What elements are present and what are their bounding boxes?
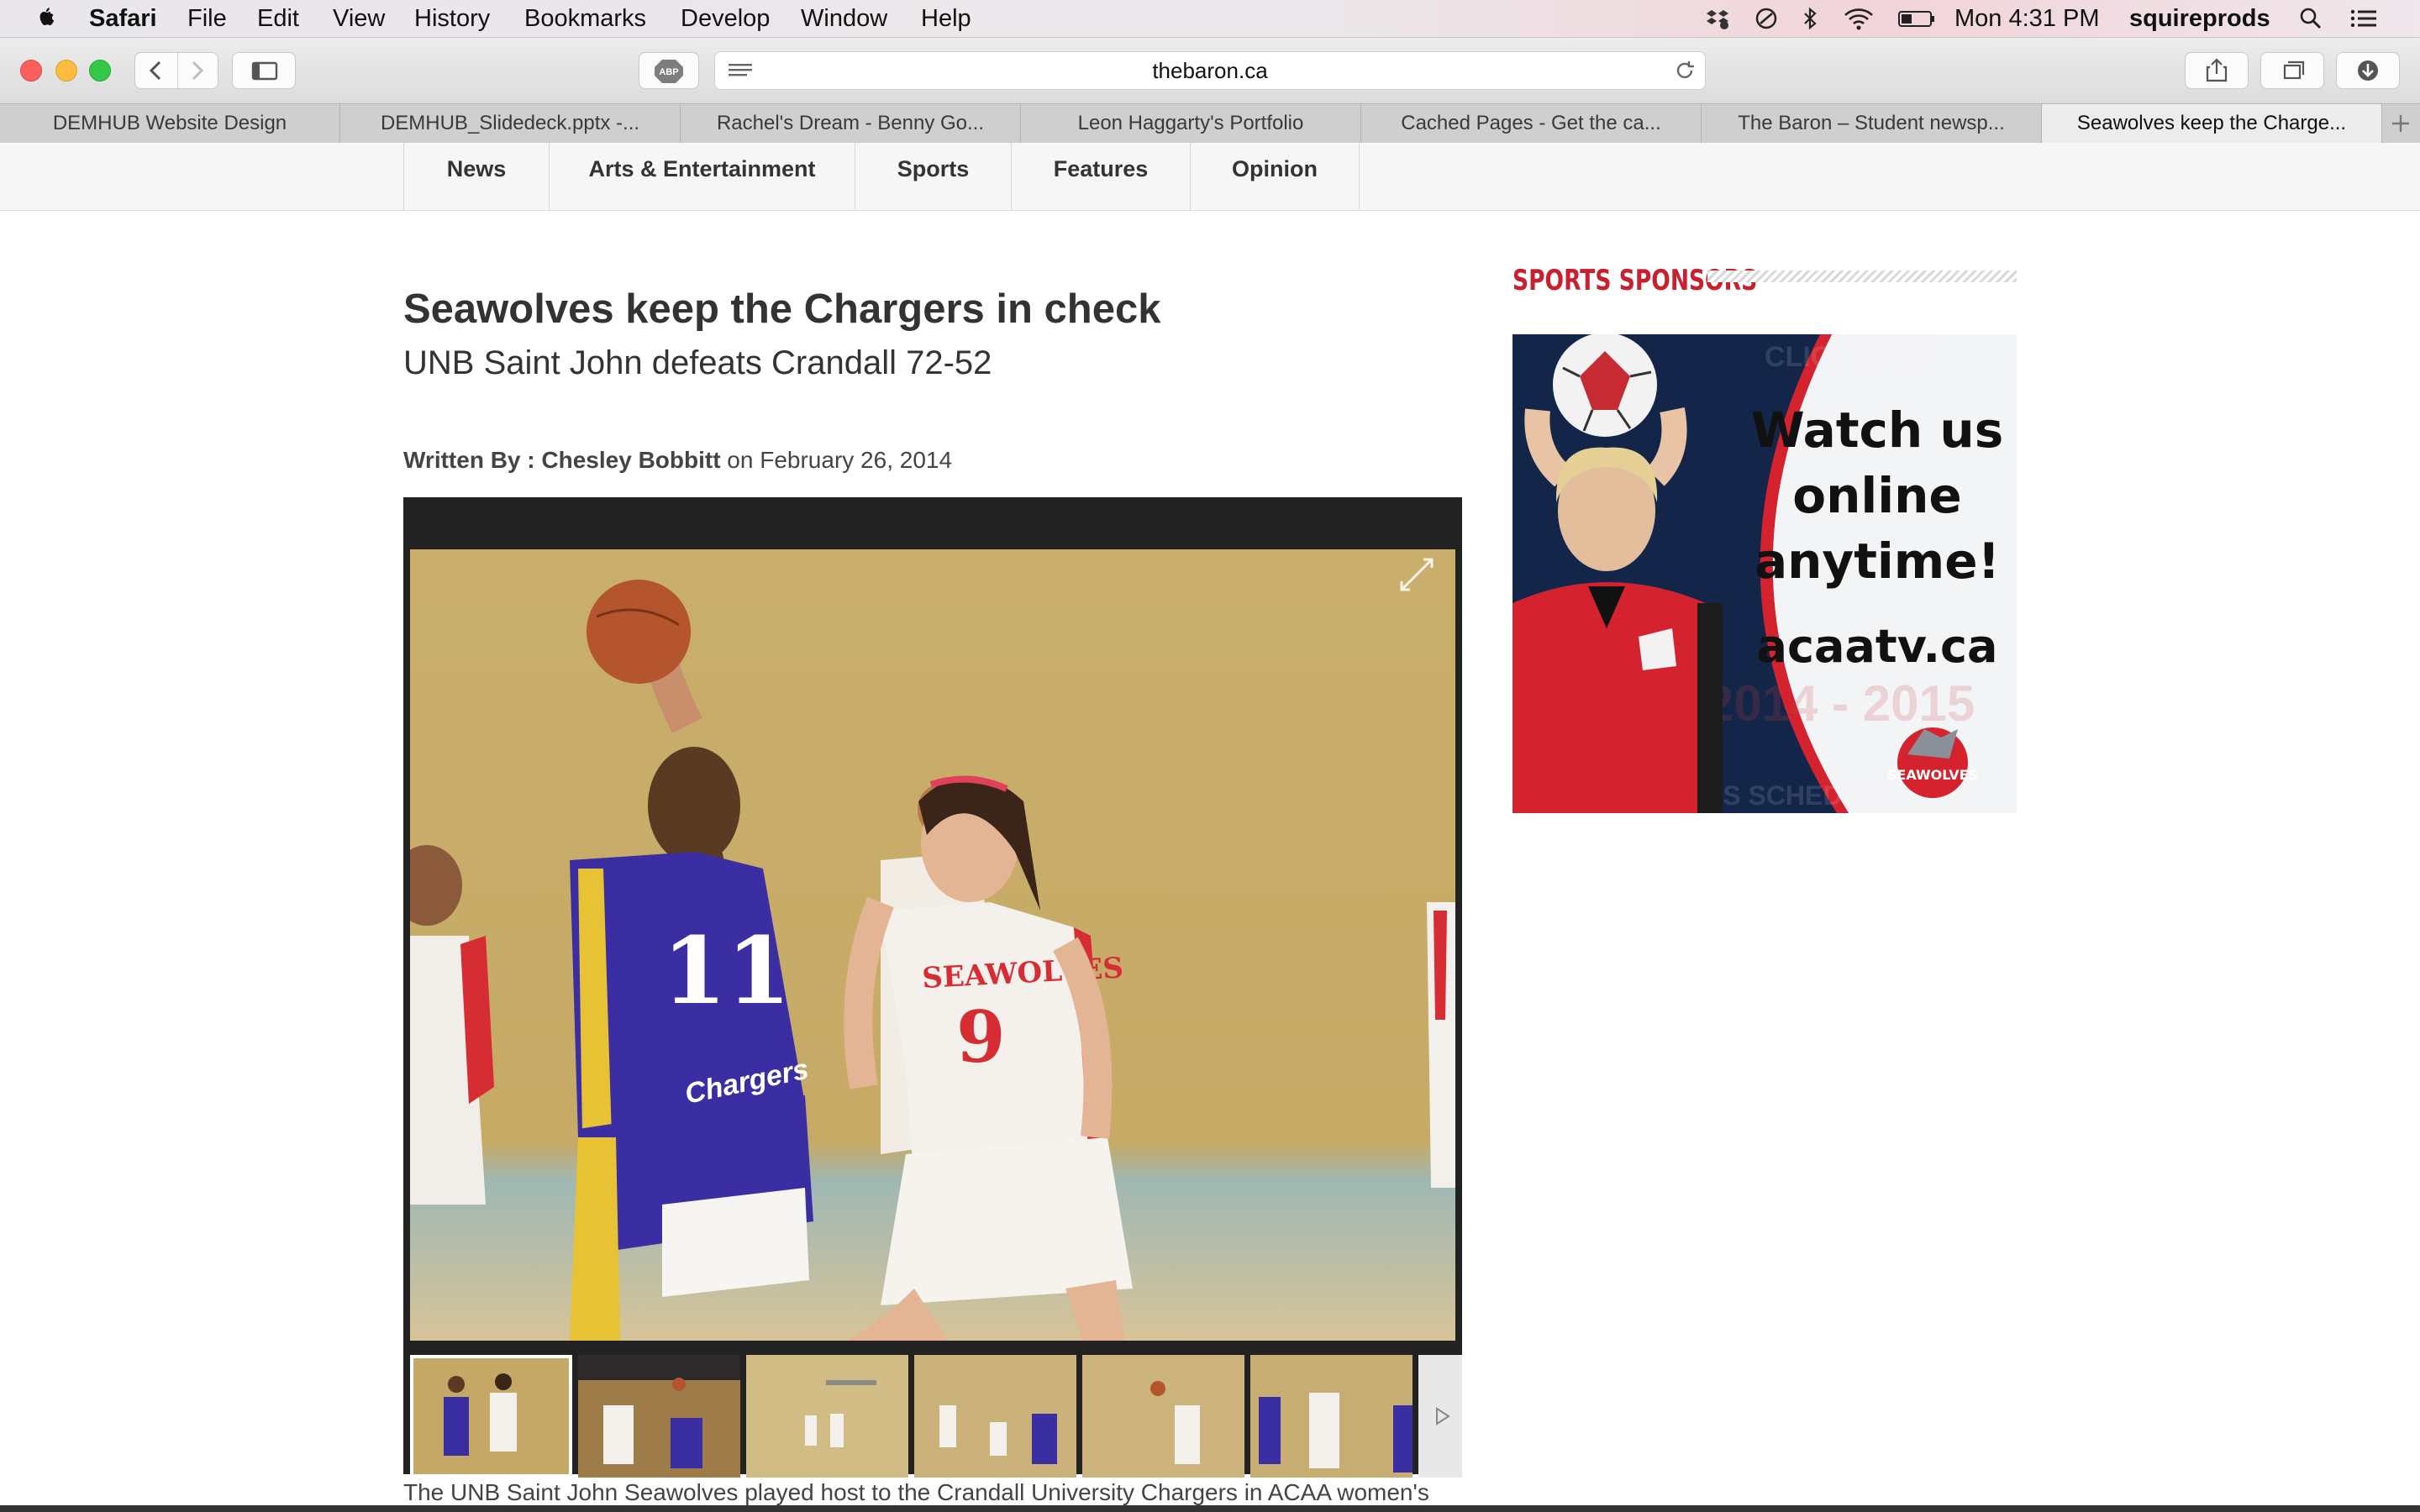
heading-rule xyxy=(1707,270,2017,282)
menu-view[interactable]: View xyxy=(333,0,385,37)
sidebar-toggle-button[interactable] xyxy=(232,52,296,89)
author-link[interactable]: Chesley Bobbitt xyxy=(541,447,720,473)
gallery-next-button[interactable] xyxy=(1418,1355,1462,1478)
ad-logo-text: SEAWOLVES xyxy=(1887,767,1978,783)
tab-demhub-slidedeck[interactable]: DEMHUB_Slidedeck.pptx -... xyxy=(340,104,681,143)
menu-file[interactable]: File xyxy=(187,0,227,37)
do-not-disturb-icon[interactable] xyxy=(1754,7,1778,30)
zoom-window-button[interactable] xyxy=(89,60,111,81)
web-page: News Arts & Entertainment Sports Feature… xyxy=(0,143,2420,1505)
tab-cached-pages[interactable]: Cached Pages - Get the ca... xyxy=(1361,104,1702,143)
ad-url: acaatv.ca xyxy=(1756,620,1998,673)
show-all-tabs-button[interactable] xyxy=(2260,52,2324,89)
jersey-number-chargers: 11 xyxy=(662,916,791,1025)
acaatv-ad-banner[interactable]: CLICK HERE 2014 - 2015 SPORTS SCHEDULE S… xyxy=(1512,334,2017,813)
menu-app-name[interactable]: Safari xyxy=(89,0,157,37)
photo-gallery: 11 Chargers SEAWOLVES 9 xyxy=(403,497,1462,1478)
back-forward-group xyxy=(134,52,218,89)
back-button[interactable] xyxy=(135,53,178,88)
menu-bar: Safari File Edit View History Bookmarks … xyxy=(0,0,2420,38)
apple-menu-icon[interactable] xyxy=(34,0,59,37)
menu-bookmarks[interactable]: Bookmarks xyxy=(524,0,646,37)
ad-line-1: Watch us xyxy=(1750,402,2004,459)
tab-seawolves-article[interactable]: Seawolves keep the Charge... xyxy=(2042,104,2382,143)
article-subheadline: UNB Saint John defeats Crandall 72-52 xyxy=(403,344,992,381)
share-button[interactable] xyxy=(2185,52,2249,89)
dropbox-icon[interactable] xyxy=(1706,7,1729,30)
nav-news[interactable]: News xyxy=(403,143,549,210)
gallery-thumbnail[interactable] xyxy=(410,1355,572,1478)
notification-center-icon[interactable] xyxy=(2349,7,2380,30)
menu-develop[interactable]: Develop xyxy=(681,0,770,37)
ad-line-2: online xyxy=(1792,467,1962,524)
gallery-thumbnail[interactable] xyxy=(1250,1355,1413,1478)
site-navigation: News Arts & Entertainment Sports Feature… xyxy=(0,143,2420,211)
nav-arts-entertainment[interactable]: Arts & Entertainment xyxy=(549,143,855,210)
ad-faded-top: CLICK HERE xyxy=(1765,341,1939,373)
menu-username[interactable]: squireprods xyxy=(2129,0,2270,37)
gallery-thumbnail[interactable] xyxy=(746,1355,908,1478)
spotlight-search-icon[interactable] xyxy=(2299,7,2323,30)
minimize-window-button[interactable] xyxy=(55,60,77,81)
bluetooth-icon[interactable] xyxy=(1798,7,1822,30)
gallery-main-photo[interactable]: 11 Chargers SEAWOLVES 9 xyxy=(410,549,1455,1341)
reload-icon[interactable] xyxy=(1673,59,1697,87)
menu-window[interactable]: Window xyxy=(801,0,887,37)
adblock-label: ABP xyxy=(659,67,678,77)
downloads-button[interactable] xyxy=(2336,52,2400,89)
adblock-button[interactable]: ABP xyxy=(639,52,699,89)
article-byline: Written By : Chesley Bobbitt on February… xyxy=(403,447,952,474)
byline-prefix: Written By : xyxy=(403,447,542,473)
nav-opinion[interactable]: Opinion xyxy=(1190,143,1360,210)
menu-edit[interactable]: Edit xyxy=(257,0,299,37)
wifi-icon[interactable] xyxy=(1842,7,1876,30)
gallery-thumbnail[interactable] xyxy=(578,1355,740,1478)
close-window-button[interactable] xyxy=(20,60,42,81)
article-date: on February 26, 2014 xyxy=(720,447,953,473)
gallery-thumbnail[interactable] xyxy=(1082,1355,1244,1478)
nav-sports[interactable]: Sports xyxy=(855,143,1011,210)
url-text: thebaron.ca xyxy=(1152,58,1268,83)
menu-history[interactable]: History xyxy=(414,0,490,37)
tab-bar: DEMHUB Website Design DEMHUB_Slidedeck.p… xyxy=(0,103,2420,144)
menu-help[interactable]: Help xyxy=(921,0,971,37)
new-tab-icon[interactable] xyxy=(2382,104,2420,143)
address-bar[interactable]: thebaron.ca xyxy=(714,51,1706,90)
browser-toolbar: ABP thebaron.ca xyxy=(0,38,2420,103)
ad-line-3: anytime! xyxy=(1754,533,2001,590)
tab-demhub-website[interactable]: DEMHUB Website Design xyxy=(0,104,340,143)
menu-clock[interactable]: Mon 4:31 PM xyxy=(1954,0,2099,37)
desktop-strip xyxy=(0,1505,2420,1512)
article-body-text: The UNB Saint John Seawolves played host… xyxy=(403,1479,1429,1505)
ad-faded-year: 2014 - 2015 xyxy=(1706,675,1975,732)
nav-features[interactable]: Features xyxy=(1011,143,1190,210)
tab-rachels-dream[interactable]: Rachel's Dream - Benny Go... xyxy=(681,104,1021,143)
tab-the-baron[interactable]: The Baron – Student newsp... xyxy=(1702,104,2042,143)
gallery-thumbnail[interactable] xyxy=(914,1355,1076,1478)
jersey-number-seawolves: 9 xyxy=(956,995,1005,1079)
article-headline: Seawolves keep the Chargers in check xyxy=(403,286,1161,332)
forward-button[interactable] xyxy=(177,53,218,88)
tab-leon-portfolio[interactable]: Leon Haggarty's Portfolio xyxy=(1021,104,1361,143)
gallery-thumbnail-strip xyxy=(403,1350,1462,1478)
battery-icon[interactable] xyxy=(1897,7,1936,30)
